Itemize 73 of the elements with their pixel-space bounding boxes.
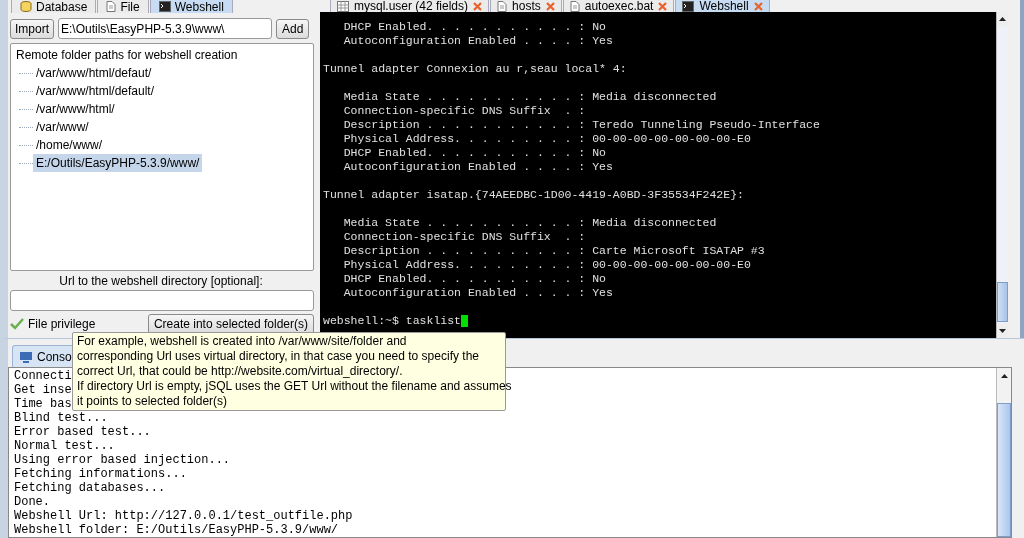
privilege-label: File privilege <box>28 316 96 333</box>
terminal-line: Description . . . . . . . . . . . : Carte Microsoft ISATAP #3 <box>342 244 765 258</box>
console-line: Fetching databases... <box>14 481 166 495</box>
tree-item[interactable]: /var/www/ <box>33 118 92 136</box>
panel-tab[interactable]: Database <box>11 0 97 13</box>
text-cursor <box>461 315 469 327</box>
tree-item[interactable]: /home/www/ <box>33 136 106 154</box>
console-line: Done. <box>14 495 50 509</box>
editor-tab[interactable]: autoexec.bat <box>562 0 675 12</box>
terminal-line: Autoconfiguration Enabled . . . . : Yes <box>342 286 613 300</box>
close-icon[interactable] <box>545 1 555 11</box>
terminal-line: Physical Address. . . . . . . . . : 00-00-00-00-00-00-00-E0 <box>342 258 751 272</box>
terminal-line: Media State . . . . . . . . . . . : Media disconnected <box>342 90 717 104</box>
scrollbar[interactable] <box>996 368 1011 537</box>
scroll-thumb[interactable] <box>997 403 1011 537</box>
close-icon[interactable] <box>753 1 763 11</box>
terminal-prompt[interactable]: webshell:~$ tasklist <box>323 314 462 328</box>
console-line: Connecti <box>14 369 72 383</box>
terminal-line: Physical Address. . . . . . . . . : 00-00-00-00-00-00-00-E0 <box>342 132 751 146</box>
terminal-line: Autoconfiguration Enabled . . . . : Yes <box>342 34 613 48</box>
close-icon[interactable] <box>658 1 668 11</box>
terminal-line: Tunnel adapter isatap.{74AEEDBC-1D00-4419-A0BD-3F35534F242E}: <box>323 188 744 202</box>
console-line: Blind test... <box>14 411 108 425</box>
terminal-line: DHCP Enabled. . . . . . . . . . . : No <box>342 20 606 34</box>
console-line: Webshell Url: http://127.0.0.1/test_outfile.php <box>14 509 353 523</box>
document-icon <box>497 0 508 12</box>
panel-tab[interactable]: Webshell <box>149 0 233 13</box>
console-line: Webshell folder: E:/Outils/EasyPHP-5.3.9/www/ <box>14 523 339 537</box>
console-line: Time bas <box>14 397 72 411</box>
terminal-icon <box>682 0 695 12</box>
editor-tab[interactable]: mysql.user (42 fields) <box>330 0 490 12</box>
field-label: Url to the webshell directory [optional]: <box>58 273 264 289</box>
tooltip-line: For example, webshell is created into /var/www/site/folder and <box>77 334 407 349</box>
tooltip-line: corresponding Url uses virtual directory, in that case you need to specify the <box>77 349 479 364</box>
scroll-down-icon[interactable] <box>997 324 1008 338</box>
tree-item[interactable]: /var/www/html/default/ <box>33 82 158 100</box>
terminal-line: Autoconfiguration Enabled . . . . : Yes <box>342 160 613 174</box>
tooltip-line: correct Url, that could be http://website.com/virtual_directory/. <box>77 364 403 379</box>
console-line: Using error based injection... <box>14 453 231 467</box>
add-button[interactable]: Add <box>276 18 310 39</box>
editor-tab[interactable]: hosts <box>490 0 562 12</box>
database-icon <box>20 1 32 12</box>
import-button[interactable]: Import <box>10 18 54 39</box>
scroll-thumb[interactable] <box>997 282 1008 322</box>
terminal-line: DHCP Enabled. . . . . . . . . . . : No <box>342 272 606 286</box>
console-line: Error based test... <box>14 425 151 439</box>
console-line: Fetching informations... <box>14 467 187 481</box>
create-button[interactable]: Create into selected folder(s) <box>147 314 314 334</box>
tooltip-line: If directory Url is empty, jSQL uses the GET Url without the filename and assumes <box>77 379 512 394</box>
tree-item[interactable]: /var/www/html/defaut/ <box>33 64 155 82</box>
terminal-icon <box>158 1 171 12</box>
editor-tab[interactable]: Webshell <box>675 0 770 12</box>
console-line: Get inse <box>14 383 72 397</box>
tree-item[interactable]: /var/www/html/ <box>33 100 118 118</box>
path-field[interactable]: E:\Outils\EasyPHP-5.3.9\www\ <box>58 18 272 39</box>
url-field[interactable] <box>10 290 314 311</box>
tree-item[interactable]: E:/Outils/EasyPHP-5.3.9/www/ <box>33 154 203 172</box>
terminal-line: Description . . . . . . . . . . . : Teredo Tunneling Pseudo-Interface <box>342 118 820 132</box>
panel-tab[interactable]: File <box>97 0 149 13</box>
terminal-line: Connection-specific DNS Suffix . : <box>342 230 586 244</box>
table-icon <box>337 0 349 12</box>
terminal-line: Tunnel adapter Connexion au r,seau local* 4: <box>323 62 627 76</box>
tree-root[interactable]: Remote folder paths for webshell creation <box>16 46 313 64</box>
document-icon <box>106 1 117 12</box>
close-icon[interactable] <box>473 1 483 11</box>
terminal-line: Media State . . . . . . . . . . . : Media disconnected <box>342 216 717 230</box>
document-icon <box>569 0 580 12</box>
monitor-icon <box>19 350 33 363</box>
console-line: Normal test... <box>14 439 115 453</box>
terminal-line: Connection-specific DNS Suffix . : <box>342 104 586 118</box>
tooltip-line: it points to selected folder(s) <box>77 394 228 409</box>
terminal-line: DHCP Enabled. . . . . . . . . . . : No <box>342 146 606 160</box>
scrollbar[interactable] <box>996 12 1008 338</box>
